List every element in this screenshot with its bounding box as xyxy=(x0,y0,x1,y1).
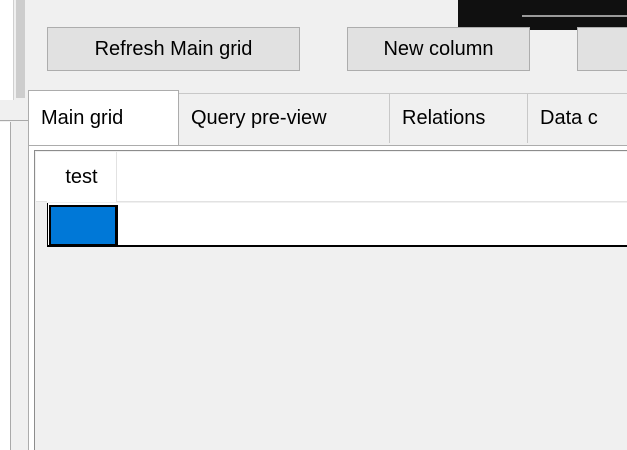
column-header-test[interactable]: test xyxy=(47,152,117,202)
grid-header-row xyxy=(36,152,627,202)
tab-strip: Main grid Query pre-view Relations Data … xyxy=(28,90,627,145)
overlay-bar-grip xyxy=(522,15,627,17)
toolbar-button-offscreen[interactable] xyxy=(577,27,627,71)
tab-relations[interactable]: Relations xyxy=(389,93,528,143)
selected-cell[interactable] xyxy=(49,205,118,246)
refresh-main-grid-button[interactable]: Refresh Main grid xyxy=(47,27,300,71)
tab-query-pre-view[interactable]: Query pre-view xyxy=(178,93,390,143)
left-scrollbar-thumb[interactable] xyxy=(16,0,25,98)
tab-main-grid[interactable]: Main grid xyxy=(28,90,179,145)
left-pane xyxy=(0,122,11,450)
left-panel-edge xyxy=(0,0,14,100)
divider xyxy=(0,120,30,121)
tab-data[interactable]: Data c xyxy=(527,93,627,143)
new-column-button[interactable]: New column xyxy=(347,27,530,71)
table-row[interactable] xyxy=(47,203,627,247)
